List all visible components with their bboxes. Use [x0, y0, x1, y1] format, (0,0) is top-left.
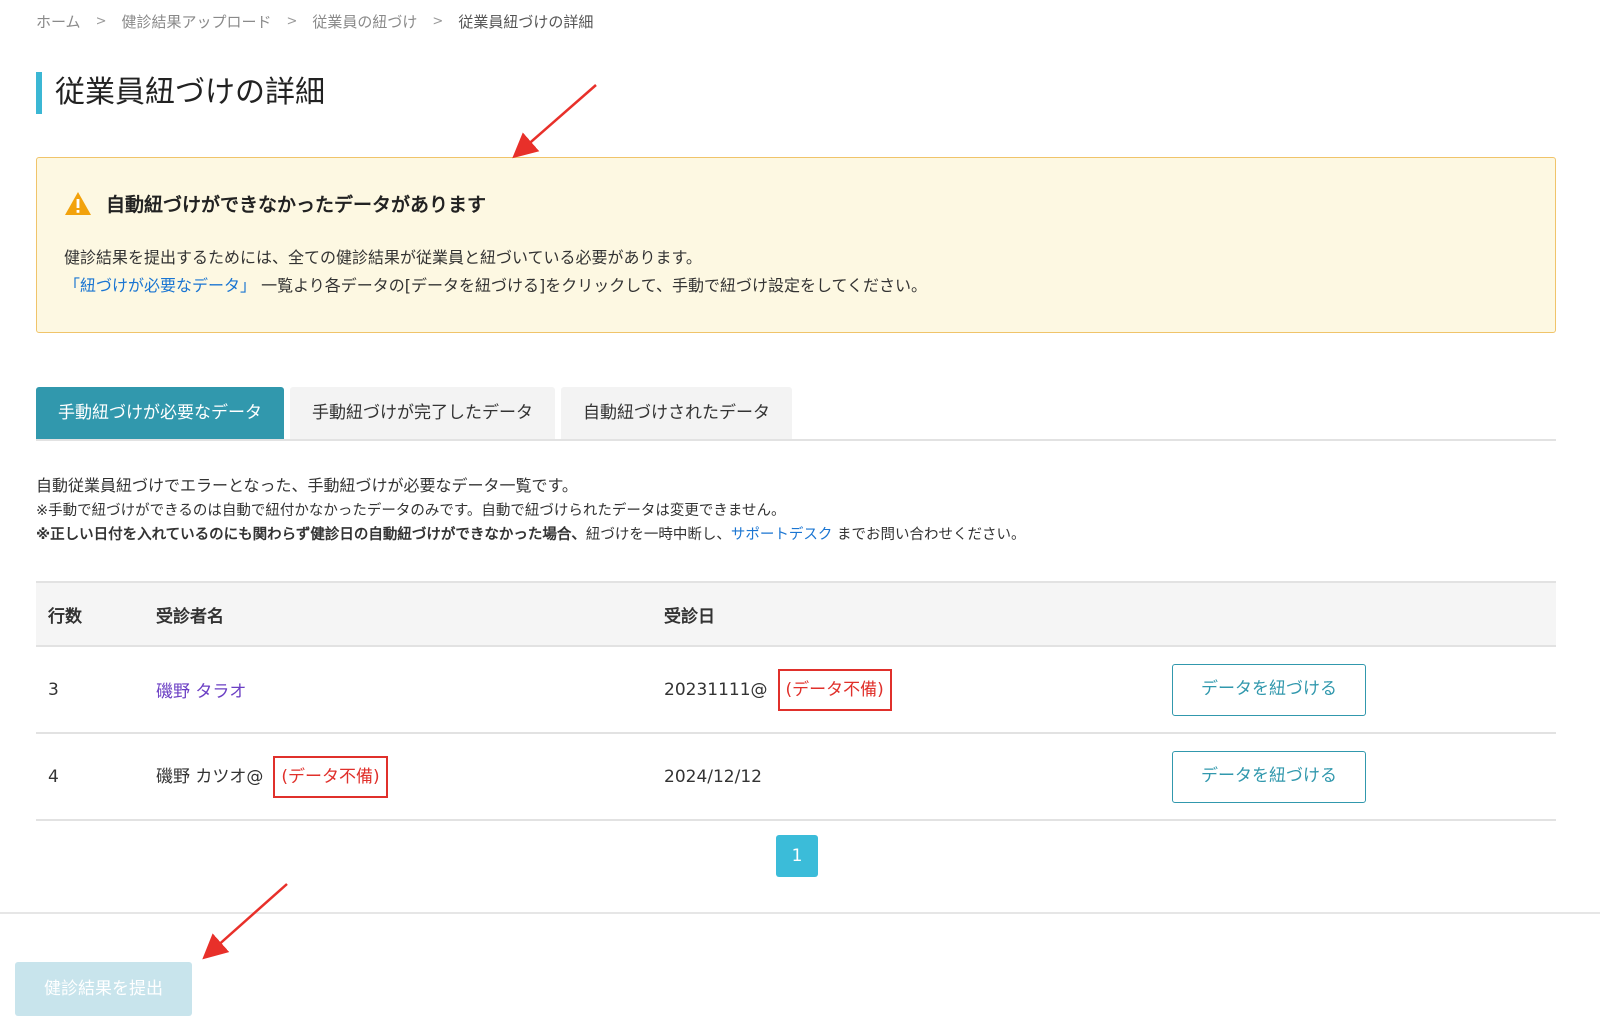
- warning-alert: 自動紐づけができなかったデータがあります 健診結果を提出するためには、全ての健診…: [36, 157, 1556, 333]
- table-row: 4 磯野 カツオ@ (データ不備) 2024/12/12 データを紐づける: [36, 733, 1556, 820]
- cell-date: 2024/12/12: [652, 733, 1160, 820]
- cell-row-number: 4: [48, 766, 59, 787]
- link-data-button[interactable]: データを紐づける: [1172, 750, 1366, 803]
- footer-divider: [0, 912, 1600, 914]
- breadcrumb-home[interactable]: ホーム: [36, 11, 81, 32]
- required-data-link[interactable]: 「紐づけが必要なデータ」: [64, 276, 256, 295]
- header-name: 受診者名: [156, 606, 224, 627]
- annotation-arrow: [202, 883, 288, 960]
- cell-action: データを紐づける: [1160, 646, 1556, 733]
- header-action: [1160, 582, 1556, 646]
- tab-auto-linked[interactable]: 自動紐づけされたデータ: [561, 387, 792, 439]
- description-line-2: ※手動で紐づけができるのは自動で紐付かなかったデータのみです。自動で紐づけられた…: [36, 503, 786, 519]
- examinee-name: 磯野 カツオ@: [156, 766, 264, 787]
- cell-date: 20231111@ (データ不備): [652, 646, 1160, 733]
- link-data-button[interactable]: データを紐づける: [1172, 663, 1366, 716]
- description-note-end: までお問い合わせください。: [832, 527, 1026, 543]
- tab-manual-completed[interactable]: 手動紐づけが完了したデータ: [290, 387, 555, 439]
- data-error-badge: (データ不備): [777, 668, 892, 711]
- breadcrumb-upload[interactable]: 健診結果アップロード: [121, 11, 271, 32]
- examinee-name-link[interactable]: 磯野 タラオ: [156, 682, 246, 702]
- annotation-arrow: [512, 84, 597, 159]
- tab-bar: 手動紐づけが必要なデータ 手動紐づけが完了したデータ 自動紐づけされたデータ: [36, 387, 1556, 441]
- tab-manual-required[interactable]: 手動紐づけが必要なデータ: [36, 387, 284, 439]
- breadcrumb-separator: >: [95, 13, 107, 29]
- breadcrumb-separator: >: [432, 13, 444, 29]
- alert-body: 健診結果を提出するためには、全ての健診結果が従業員と紐づいている必要があります。…: [64, 244, 927, 300]
- table-header-row: 行数 受診者名 受診日: [36, 582, 1556, 646]
- alert-line-2-text: 一覧より各データの[データを紐づける]をクリックして、手動で紐づけ設定をしてくだ…: [256, 276, 928, 295]
- exam-date: 2024/12/12: [664, 766, 762, 787]
- cell-name: 磯野 カツオ@ (データ不備): [144, 733, 652, 820]
- description-line-3: ※正しい日付を入れているのにも関わらず健診日の自動紐づけができなかった場合、紐づ…: [36, 523, 1025, 547]
- data-table: 行数 受診者名 受診日 3 磯野 タラオ 20231111@ (データ不備) デー…: [36, 581, 1556, 821]
- page-title: 従業員紐づけの詳細: [36, 72, 325, 114]
- description-note-text: 紐づけを一時中断し、: [585, 527, 731, 543]
- breadcrumb-current: 従業員紐づけの詳細: [458, 12, 594, 31]
- header-row-number: 行数: [48, 606, 82, 627]
- breadcrumb-separator: >: [286, 13, 298, 29]
- data-error-badge: (データ不備): [273, 755, 388, 798]
- cell-action: データを紐づける: [1160, 733, 1556, 820]
- exam-date: 20231111@: [664, 679, 768, 700]
- tab-description: 自動従業員紐づけでエラーとなった、手動紐づけが必要なデータ一覧です。 ※手動で紐…: [36, 473, 1025, 547]
- alert-line-2: 「紐づけが必要なデータ」 一覧より各データの[データを紐づける]をクリックして、…: [64, 272, 927, 300]
- submit-results-button: 健診結果を提出: [15, 962, 192, 1016]
- alert-heading: 自動紐づけができなかったデータがあります: [64, 190, 486, 217]
- cell-row-number: 3: [48, 679, 59, 700]
- warning-icon: [65, 192, 91, 215]
- pagination-page-1[interactable]: 1: [776, 835, 818, 877]
- breadcrumb-employee-link[interactable]: 従業員の紐づけ: [312, 11, 417, 32]
- description-bold-note: ※正しい日付を入れているのにも関わらず健診日の自動紐づけができなかった場合、: [36, 527, 586, 543]
- description-line-1: 自動従業員紐づけでエラーとなった、手動紐づけが必要なデータ一覧です。: [36, 476, 578, 495]
- header-date: 受診日: [664, 606, 715, 627]
- support-desk-link[interactable]: サポートデスク: [731, 527, 833, 543]
- alert-heading-text: 自動紐づけができなかったデータがあります: [106, 194, 487, 216]
- table-row: 3 磯野 タラオ 20231111@ (データ不備) データを紐づける: [36, 646, 1556, 733]
- breadcrumb: ホーム > 健診結果アップロード > 従業員の紐づけ > 従業員紐づけの詳細: [36, 9, 593, 33]
- alert-line-1: 健診結果を提出するためには、全ての健診結果が従業員と紐づいている必要があります。: [64, 248, 702, 267]
- cell-name: 磯野 タラオ: [144, 646, 652, 733]
